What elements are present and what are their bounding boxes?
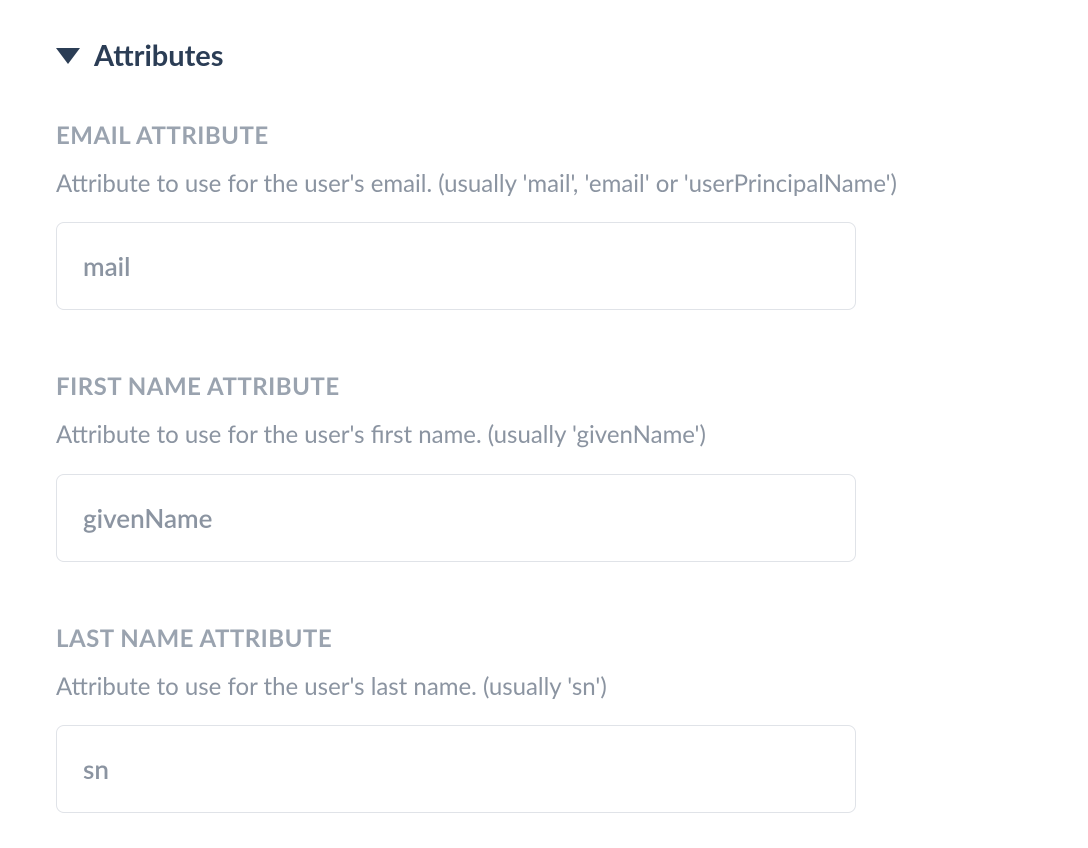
attributes-section-header[interactable]: Attributes bbox=[56, 38, 1032, 73]
first-name-attribute-input[interactable] bbox=[56, 474, 856, 562]
email-attribute-group: EMAIL ATTRIBUTE Attribute to use for the… bbox=[56, 121, 1032, 310]
caret-down-icon bbox=[56, 48, 80, 64]
last-name-attribute-input[interactable] bbox=[56, 725, 856, 813]
last-name-attribute-description: Attribute to use for the user's last nam… bbox=[56, 671, 1032, 703]
first-name-attribute-group: FIRST NAME ATTRIBUTE Attribute to use fo… bbox=[56, 372, 1032, 561]
first-name-attribute-label: FIRST NAME ATTRIBUTE bbox=[56, 372, 1032, 401]
email-attribute-input[interactable] bbox=[56, 222, 856, 310]
email-attribute-description: Attribute to use for the user's email. (… bbox=[56, 168, 1032, 200]
email-attribute-label: EMAIL ATTRIBUTE bbox=[56, 121, 1032, 150]
section-title: Attributes bbox=[94, 38, 224, 73]
first-name-attribute-description: Attribute to use for the user's first na… bbox=[56, 419, 1032, 451]
last-name-attribute-label: LAST NAME ATTRIBUTE bbox=[56, 624, 1032, 653]
last-name-attribute-group: LAST NAME ATTRIBUTE Attribute to use for… bbox=[56, 624, 1032, 813]
